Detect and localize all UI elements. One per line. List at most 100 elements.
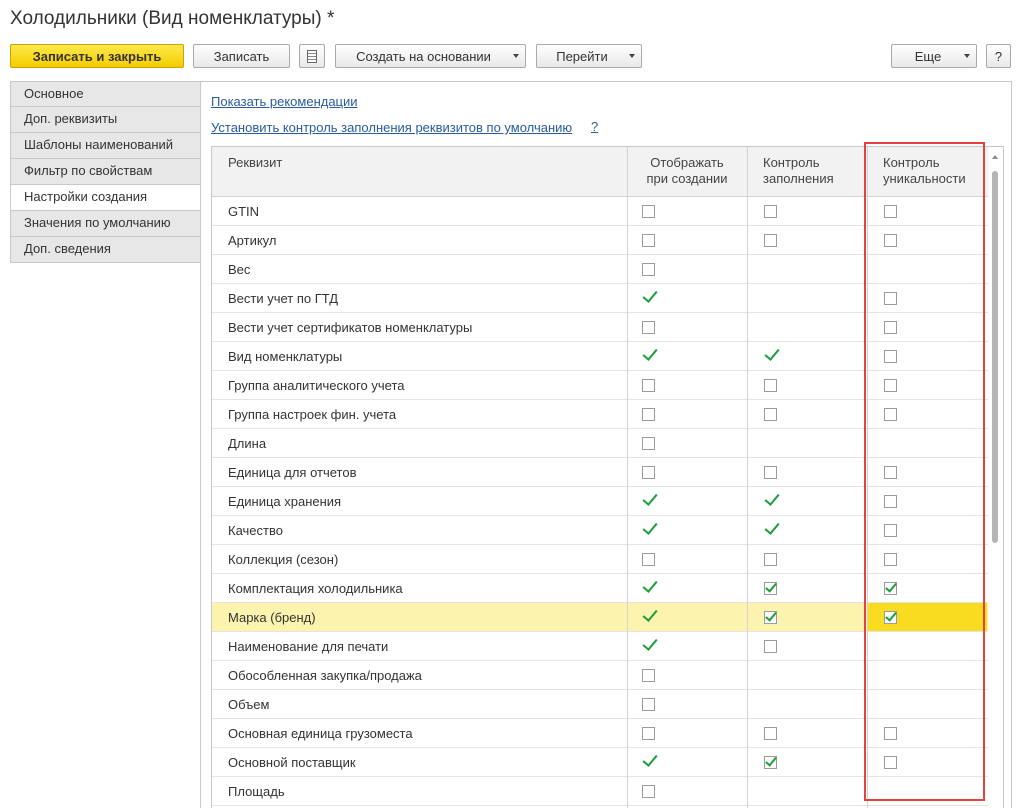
nav-item-property-filter[interactable]: Фильтр по свойствам — [10, 159, 201, 185]
show-checkbox[interactable] — [642, 321, 655, 334]
chevron-down-icon — [964, 54, 970, 58]
show-recommendations-link[interactable]: Показать рекомендации — [211, 94, 358, 109]
table-row[interactable]: GTIN — [212, 197, 988, 226]
fill-checkbox[interactable] — [764, 640, 777, 653]
set-default-control-link[interactable]: Установить контроль заполнения реквизито… — [211, 120, 572, 135]
show-checkbox[interactable] — [642, 698, 655, 711]
save-button[interactable]: Записать — [193, 44, 290, 68]
table-row[interactable]: Площадь — [212, 777, 988, 806]
table-row[interactable]: Единица хранения — [212, 487, 988, 516]
table-row[interactable]: Вес — [212, 255, 988, 284]
table-row[interactable]: Артикул — [212, 226, 988, 255]
nav-item-main[interactable]: Основное — [10, 81, 201, 107]
table-row[interactable]: Группа настроек фин. учета — [212, 400, 988, 429]
table-row[interactable]: Вести учет по ГТД — [212, 284, 988, 313]
fill-checkbox[interactable] — [764, 611, 777, 624]
checkmark-icon[interactable] — [642, 490, 658, 506]
table-row[interactable]: Длина — [212, 429, 988, 458]
show-checkbox[interactable] — [642, 727, 655, 740]
fill-checkbox[interactable] — [764, 756, 777, 769]
checkmark-icon[interactable] — [642, 519, 658, 535]
fill-checkbox[interactable] — [764, 205, 777, 218]
table-row[interactable]: Вести учет сертификатов номенклатуры — [212, 313, 988, 342]
help-link[interactable]: ? — [591, 119, 598, 134]
unique-checkbox[interactable] — [884, 205, 897, 218]
save-and-close-button[interactable]: Записать и закрыть — [10, 44, 184, 68]
scrollbar-thumb[interactable] — [992, 171, 998, 543]
unique-checkbox[interactable] — [884, 495, 897, 508]
sidebar-nav: Основное Доп. реквизиты Шаблоны наименов… — [10, 81, 201, 263]
table-row[interactable]: Основная единица грузоместа — [212, 719, 988, 748]
table-row[interactable]: Комплектация холодильника — [212, 574, 988, 603]
unique-checkbox[interactable] — [884, 408, 897, 421]
unique-checkbox[interactable] — [884, 292, 897, 305]
checkmark-icon[interactable] — [764, 490, 780, 506]
show-checkbox[interactable] — [642, 263, 655, 276]
nav-item-extra-info[interactable]: Доп. сведения — [10, 237, 201, 263]
unique-checkbox[interactable] — [884, 350, 897, 363]
more-button[interactable]: Еще — [891, 44, 977, 68]
goto-button[interactable]: Перейти — [536, 44, 642, 68]
unique-checkbox[interactable] — [884, 727, 897, 740]
help-button[interactable]: ? — [986, 44, 1011, 68]
nav-item-creation-settings[interactable]: Настройки создания — [10, 185, 201, 211]
column-header-uniqueness-control[interactable]: Контроль уникальности — [883, 147, 966, 196]
unique-checkbox[interactable] — [884, 611, 897, 624]
table-row[interactable]: Обособленная закупка/продажа — [212, 661, 988, 690]
show-checkbox[interactable] — [642, 234, 655, 247]
fill-checkbox[interactable] — [764, 379, 777, 392]
unique-checkbox[interactable] — [884, 466, 897, 479]
nav-item-default-values[interactable]: Значения по умолчанию — [10, 211, 201, 237]
vertical-scrollbar[interactable] — [988, 147, 1003, 808]
unique-checkbox[interactable] — [884, 582, 897, 595]
checkmark-icon[interactable] — [642, 635, 658, 651]
table-row[interactable]: Объем — [212, 690, 988, 719]
fill-checkbox[interactable] — [764, 553, 777, 566]
table-row[interactable]: Качество — [212, 516, 988, 545]
table-row[interactable]: Основной поставщик — [212, 748, 988, 777]
table-row[interactable]: Коллекция (сезон) — [212, 545, 988, 574]
table-row[interactable]: Наименование для печати — [212, 632, 988, 661]
checkmark-icon[interactable] — [642, 751, 658, 767]
fill-checkbox[interactable] — [764, 582, 777, 595]
column-header-attribute[interactable]: Реквизит — [228, 147, 282, 196]
scroll-up-icon[interactable] — [992, 155, 998, 159]
unique-checkbox[interactable] — [884, 234, 897, 247]
show-checkbox[interactable] — [642, 553, 655, 566]
list-button[interactable] — [299, 44, 325, 68]
show-checkbox[interactable] — [642, 669, 655, 682]
unique-checkbox[interactable] — [884, 756, 897, 769]
attribute-name: Основной поставщик — [228, 755, 356, 770]
table-row[interactable]: Вид номенклатуры — [212, 342, 988, 371]
fill-checkbox[interactable] — [764, 727, 777, 740]
fill-checkbox[interactable] — [764, 234, 777, 247]
show-checkbox[interactable] — [642, 785, 655, 798]
show-checkbox[interactable] — [642, 205, 655, 218]
unique-checkbox[interactable] — [884, 379, 897, 392]
show-checkbox[interactable] — [642, 466, 655, 479]
checkmark-icon[interactable] — [642, 577, 658, 593]
show-checkbox[interactable] — [642, 408, 655, 421]
show-checkbox[interactable] — [642, 437, 655, 450]
attribute-name: Единица хранения — [228, 494, 342, 509]
checkmark-icon[interactable] — [642, 606, 658, 622]
checkmark-icon[interactable] — [642, 287, 658, 303]
checkmark-icon[interactable] — [764, 519, 780, 535]
fill-checkbox[interactable] — [764, 466, 777, 479]
table-row[interactable]: Единица для отчетов — [212, 458, 988, 487]
show-checkbox[interactable] — [642, 379, 655, 392]
nav-item-extra-attributes[interactable]: Доп. реквизиты — [10, 107, 201, 133]
unique-checkbox[interactable] — [884, 321, 897, 334]
unique-checkbox[interactable] — [884, 524, 897, 537]
table-row[interactable]: Группа аналитического учета — [212, 371, 988, 400]
fill-checkbox[interactable] — [764, 408, 777, 421]
create-based-on-button[interactable]: Создать на основании — [335, 44, 526, 68]
unique-checkbox[interactable] — [884, 553, 897, 566]
column-header-fill-control[interactable]: Контроль заполнения — [763, 147, 834, 196]
nav-item-name-templates[interactable]: Шаблоны наименований — [10, 133, 201, 159]
checkmark-icon[interactable] — [764, 345, 780, 361]
table-row[interactable]: Марка (бренд) — [212, 603, 988, 632]
checkmark-icon[interactable] — [642, 345, 658, 361]
attribute-name: GTIN — [228, 204, 260, 219]
column-header-show-on-create[interactable]: Отображать при создании — [627, 147, 747, 196]
